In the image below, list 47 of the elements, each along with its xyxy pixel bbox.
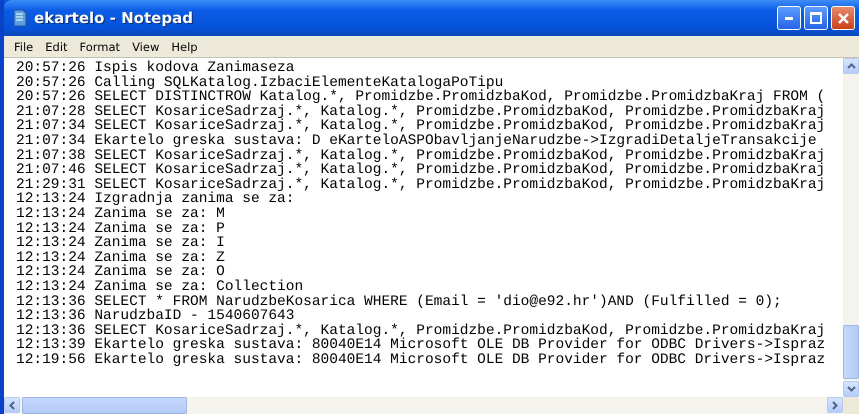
log-line: 12:13:36 SELECT * FROM NarudzbeKosarica WHERE (Email = 'dio@e92.hr')AND (Fulfilled = 0);	[16, 294, 783, 310]
notepad-icon	[12, 9, 28, 27]
scroll-left-button[interactable]	[4, 397, 20, 413]
log-line: 12:13:24 Zanima se za: O	[16, 265, 225, 280]
menu-item[interactable]: File	[8, 40, 40, 54]
log-line: 20:57:26 Calling SQLKatalog.IzbaciElementeKatalogaPoTipu	[16, 76, 504, 90]
chevron-right-icon	[832, 400, 838, 410]
scroll-right-button[interactable]	[827, 397, 843, 413]
log-line: 21:07:34 Ekartelo greska sustava: D eKarteloASPObavljanjeNarudzbe->IzgradiDetaljeTransakcije	[16, 134, 817, 149]
close-icon	[838, 12, 848, 24]
log-line: 20:57:26 SELECT DISTINCTROW Katalog.*, Promidzbe.PromidzbaKod, Promidzbe.PromidzbaKraj FROM (	[16, 90, 826, 105]
log-line: 12:13:24 Zanima se za: Collection	[16, 280, 304, 294]
log-line: 12:13:24 Izgradnja zanima se za:	[16, 192, 296, 207]
chevron-left-icon	[9, 400, 15, 410]
resize-grip[interactable]	[843, 397, 859, 414]
log-line: 12:13:24 Zanima se za: M	[16, 206, 226, 222]
log-line: 12:13:39 Ekartelo greska sustava: 80040E14 Microsoft OLE DB Provider for ODBC Drivers->Ispraz	[16, 338, 826, 353]
log-line: 12:13:36 NarudzbaID - 1540607643	[16, 309, 294, 324]
close-button[interactable]	[831, 6, 855, 30]
chevron-down-icon	[846, 386, 856, 392]
log-line: 12:19:56 Ekartelo greska sustava: 80040E14 Microsoft OLE DB Provider for ODBC Drivers->Ispraz	[16, 352, 826, 368]
menu-item[interactable]: Format	[74, 40, 126, 54]
log-line: 21:07:28 SELECT KosariceSadrzaj.*, Katalog.*, Promidzbe.PromidzbaKod, Promidzbe.PromidzbaKraj	[16, 104, 826, 120]
log-line: 21:07:46 SELECT KosariceSadrzaj.*, Katalog.*, Promidzbe.PromidzbaKod, Promidzbe.PromidzbaKraj	[16, 163, 826, 178]
log-line: 21:07:38 SELECT KosariceSadrzaj.*, Katalog.*, Promidzbe.PromidzbaKod, Promidzbe.PromidzbaKraj	[16, 148, 826, 164]
menu-item[interactable]: View	[126, 40, 166, 54]
maximize-icon	[810, 12, 822, 24]
log-line: 12:13:24 Zanima se za: I	[16, 236, 226, 251]
vertical-scrollbar[interactable]	[843, 58, 859, 397]
menu-item[interactable]: Edit	[39, 40, 74, 54]
log-line: 12:13:36 SELECT KosariceSadrzaj.*, Katalog.*, Promidzbe.PromidzbaKod, Promidzbe.PromidzbaKraj	[16, 324, 826, 338]
chevron-up-icon	[846, 63, 856, 69]
menu-item[interactable]: Help	[165, 40, 204, 54]
scroll-thumb[interactable]	[843, 325, 859, 379]
scroll-thumb[interactable]	[22, 397, 187, 414]
scroll-down-button[interactable]	[843, 381, 859, 397]
horizontal-scrollbar[interactable]	[4, 397, 843, 414]
window-title: ekartelo - Notepad	[34, 9, 194, 27]
scroll-up-button[interactable]	[843, 58, 859, 74]
log-line: 12:13:24 Zanima se za: P	[16, 222, 226, 236]
log-line: 21:07:34 SELECT KosariceSadrzaj.*, Katalog.*, Promidzbe.PromidzbaKod, Promidzbe.PromidzbaKraj	[16, 119, 826, 134]
minimize-icon	[785, 16, 793, 20]
log-line: 20:57:26 Ispis kodova Zanimaseza	[16, 61, 294, 76]
log-line: 12:13:24 Zanima se za: Z	[16, 250, 226, 266]
log-line: 21:29:31 SELECT KosariceSadrzaj.*, Katalog.*, Promidzbe.PromidzbaKod, Promidzbe.PromidzbaKraj	[16, 178, 826, 192]
minimize-button[interactable]	[777, 6, 801, 30]
maximize-button[interactable]	[804, 6, 828, 30]
